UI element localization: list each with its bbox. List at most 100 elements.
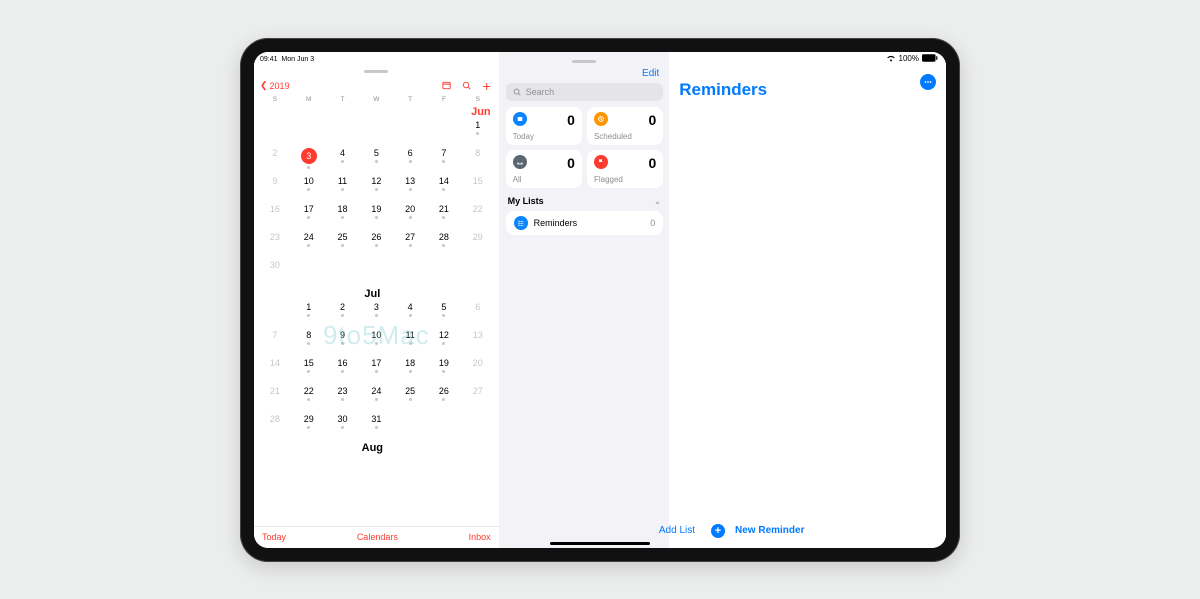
calendar-day[interactable]: 15 bbox=[461, 174, 495, 202]
card-all[interactable]: 0 All bbox=[506, 150, 582, 188]
calendar-day[interactable]: 21 bbox=[258, 384, 292, 412]
calendar-day[interactable]: 27 bbox=[393, 230, 427, 258]
calendar-day[interactable]: 6 bbox=[461, 300, 495, 328]
calendar-day[interactable]: 5 bbox=[359, 146, 393, 174]
reminders-bottom-toolbar: Add List + New Reminder bbox=[500, 524, 946, 538]
calendar-day[interactable]: 20 bbox=[461, 356, 495, 384]
calendar-day[interactable]: 19 bbox=[427, 356, 461, 384]
plus-circle-icon[interactable]: + bbox=[711, 524, 725, 538]
calendar-day[interactable]: 5 bbox=[427, 300, 461, 328]
calendar-day[interactable]: 10 bbox=[359, 328, 393, 356]
card-all-label: All bbox=[513, 175, 575, 184]
calendar-day[interactable]: 29 bbox=[461, 230, 495, 258]
month-label-aug: Aug bbox=[254, 440, 499, 454]
calendar-day[interactable]: 22 bbox=[292, 384, 326, 412]
calendar-day[interactable]: 30 bbox=[258, 258, 292, 286]
calendar-day[interactable]: 19 bbox=[359, 202, 393, 230]
calendar-day[interactable]: 31 bbox=[359, 412, 393, 440]
calendars-button[interactable]: Calendars bbox=[357, 532, 398, 542]
calendar-day[interactable]: 1 bbox=[292, 300, 326, 328]
calendar-day[interactable]: 25 bbox=[326, 230, 360, 258]
calendar-day[interactable]: 30 bbox=[326, 412, 360, 440]
battery-icon bbox=[922, 54, 938, 64]
calendar-day[interactable]: 12 bbox=[359, 174, 393, 202]
card-scheduled[interactable]: 0 Scheduled bbox=[587, 107, 663, 145]
calendar-day[interactable]: 25 bbox=[393, 384, 427, 412]
calendar-day[interactable]: 26 bbox=[427, 384, 461, 412]
calendar-day[interactable]: 13 bbox=[393, 174, 427, 202]
calendar-day[interactable]: 28 bbox=[427, 230, 461, 258]
calendar-day[interactable]: 21 bbox=[427, 202, 461, 230]
inbox-button[interactable]: Inbox bbox=[469, 532, 491, 542]
search-input[interactable]: Search bbox=[506, 83, 664, 101]
card-flagged[interactable]: 0 Flagged bbox=[587, 150, 663, 188]
calendar-day[interactable]: 8 bbox=[292, 328, 326, 356]
calendar-day[interactable]: 17 bbox=[359, 356, 393, 384]
calendar-day[interactable]: 26 bbox=[359, 230, 393, 258]
calendar-day[interactable]: 2 bbox=[258, 146, 292, 174]
calendar-day[interactable]: 13 bbox=[461, 328, 495, 356]
calendar-day[interactable]: 29 bbox=[292, 412, 326, 440]
calendar-day[interactable]: 2 bbox=[326, 300, 360, 328]
calendar-day[interactable]: 16 bbox=[258, 202, 292, 230]
calendar-day[interactable]: 8 bbox=[461, 146, 495, 174]
weekday-label: S bbox=[258, 96, 292, 103]
battery-pct: 100% bbox=[899, 54, 919, 63]
month-label-jul: Jul bbox=[254, 286, 499, 300]
card-all-count: 0 bbox=[567, 155, 575, 171]
more-button[interactable] bbox=[920, 74, 936, 90]
calendar-day[interactable]: 16 bbox=[326, 356, 360, 384]
reminders-app: Edit Search 0 Today bbox=[500, 52, 946, 548]
calendar-day[interactable]: 4 bbox=[326, 146, 360, 174]
calendar-day[interactable]: 6 bbox=[393, 146, 427, 174]
calendar-day[interactable]: 7 bbox=[427, 146, 461, 174]
chevron-left-icon: ❮ bbox=[260, 80, 268, 91]
weekday-label: M bbox=[292, 96, 326, 103]
calendar-day[interactable]: 4 bbox=[393, 300, 427, 328]
my-lists-header[interactable]: My Lists ⌄ bbox=[506, 194, 664, 211]
card-today-label: Today bbox=[513, 132, 575, 141]
flag-icon bbox=[594, 155, 608, 169]
calendar-day[interactable]: 11 bbox=[393, 328, 427, 356]
calendar-day[interactable]: 23 bbox=[326, 384, 360, 412]
calendar-day[interactable]: 28 bbox=[258, 412, 292, 440]
calendar-day[interactable]: 18 bbox=[326, 202, 360, 230]
calendar-day[interactable]: 23 bbox=[258, 230, 292, 258]
calendar-day[interactable]: 24 bbox=[292, 230, 326, 258]
calendar-back-button[interactable]: ❮ 2019 bbox=[260, 80, 290, 91]
calendar-day[interactable]: 11 bbox=[326, 174, 360, 202]
calendar-day[interactable]: 1 bbox=[461, 118, 495, 146]
month-label-jun: Jun bbox=[254, 104, 499, 118]
add-list-button[interactable]: Add List bbox=[659, 525, 695, 536]
calendar-day[interactable]: 9 bbox=[258, 174, 292, 202]
calendar-day[interactable]: 18 bbox=[393, 356, 427, 384]
card-today[interactable]: 0 Today bbox=[506, 107, 582, 145]
list-item-reminders[interactable]: Reminders 0 bbox=[506, 211, 664, 235]
calendar-day[interactable]: 9 bbox=[326, 328, 360, 356]
home-indicator[interactable] bbox=[550, 542, 650, 545]
search-icon[interactable] bbox=[461, 80, 473, 92]
add-event-icon[interactable]: + bbox=[481, 80, 493, 92]
calendar-day[interactable]: 10 bbox=[292, 174, 326, 202]
calendar-day[interactable]: 14 bbox=[427, 174, 461, 202]
calendar-scroll[interactable]: Jun 123456789101112131415161718192021222… bbox=[254, 104, 499, 526]
calendar-day[interactable]: 27 bbox=[461, 384, 495, 412]
calendar-day[interactable]: 20 bbox=[393, 202, 427, 230]
calendar-day[interactable]: 3 bbox=[359, 300, 393, 328]
today-button[interactable]: Today bbox=[262, 532, 286, 542]
calendar-day[interactable]: 12 bbox=[427, 328, 461, 356]
calendar-day[interactable]: 22 bbox=[461, 202, 495, 230]
split-handle-left[interactable] bbox=[364, 70, 388, 73]
card-scheduled-count: 0 bbox=[648, 112, 656, 128]
calendar-day[interactable]: 17 bbox=[292, 202, 326, 230]
new-reminder-button[interactable]: New Reminder bbox=[735, 525, 804, 536]
calendar-day[interactable]: 14 bbox=[258, 356, 292, 384]
edit-button[interactable]: Edit bbox=[642, 68, 659, 79]
calendar-day[interactable]: 24 bbox=[359, 384, 393, 412]
calendar-day[interactable]: 7 bbox=[258, 328, 292, 356]
split-handle-right[interactable] bbox=[572, 60, 596, 63]
calendar-day bbox=[326, 118, 360, 146]
list-view-icon[interactable] bbox=[441, 80, 453, 92]
calendar-day[interactable]: 15 bbox=[292, 356, 326, 384]
calendar-day[interactable]: 3 bbox=[292, 146, 326, 174]
